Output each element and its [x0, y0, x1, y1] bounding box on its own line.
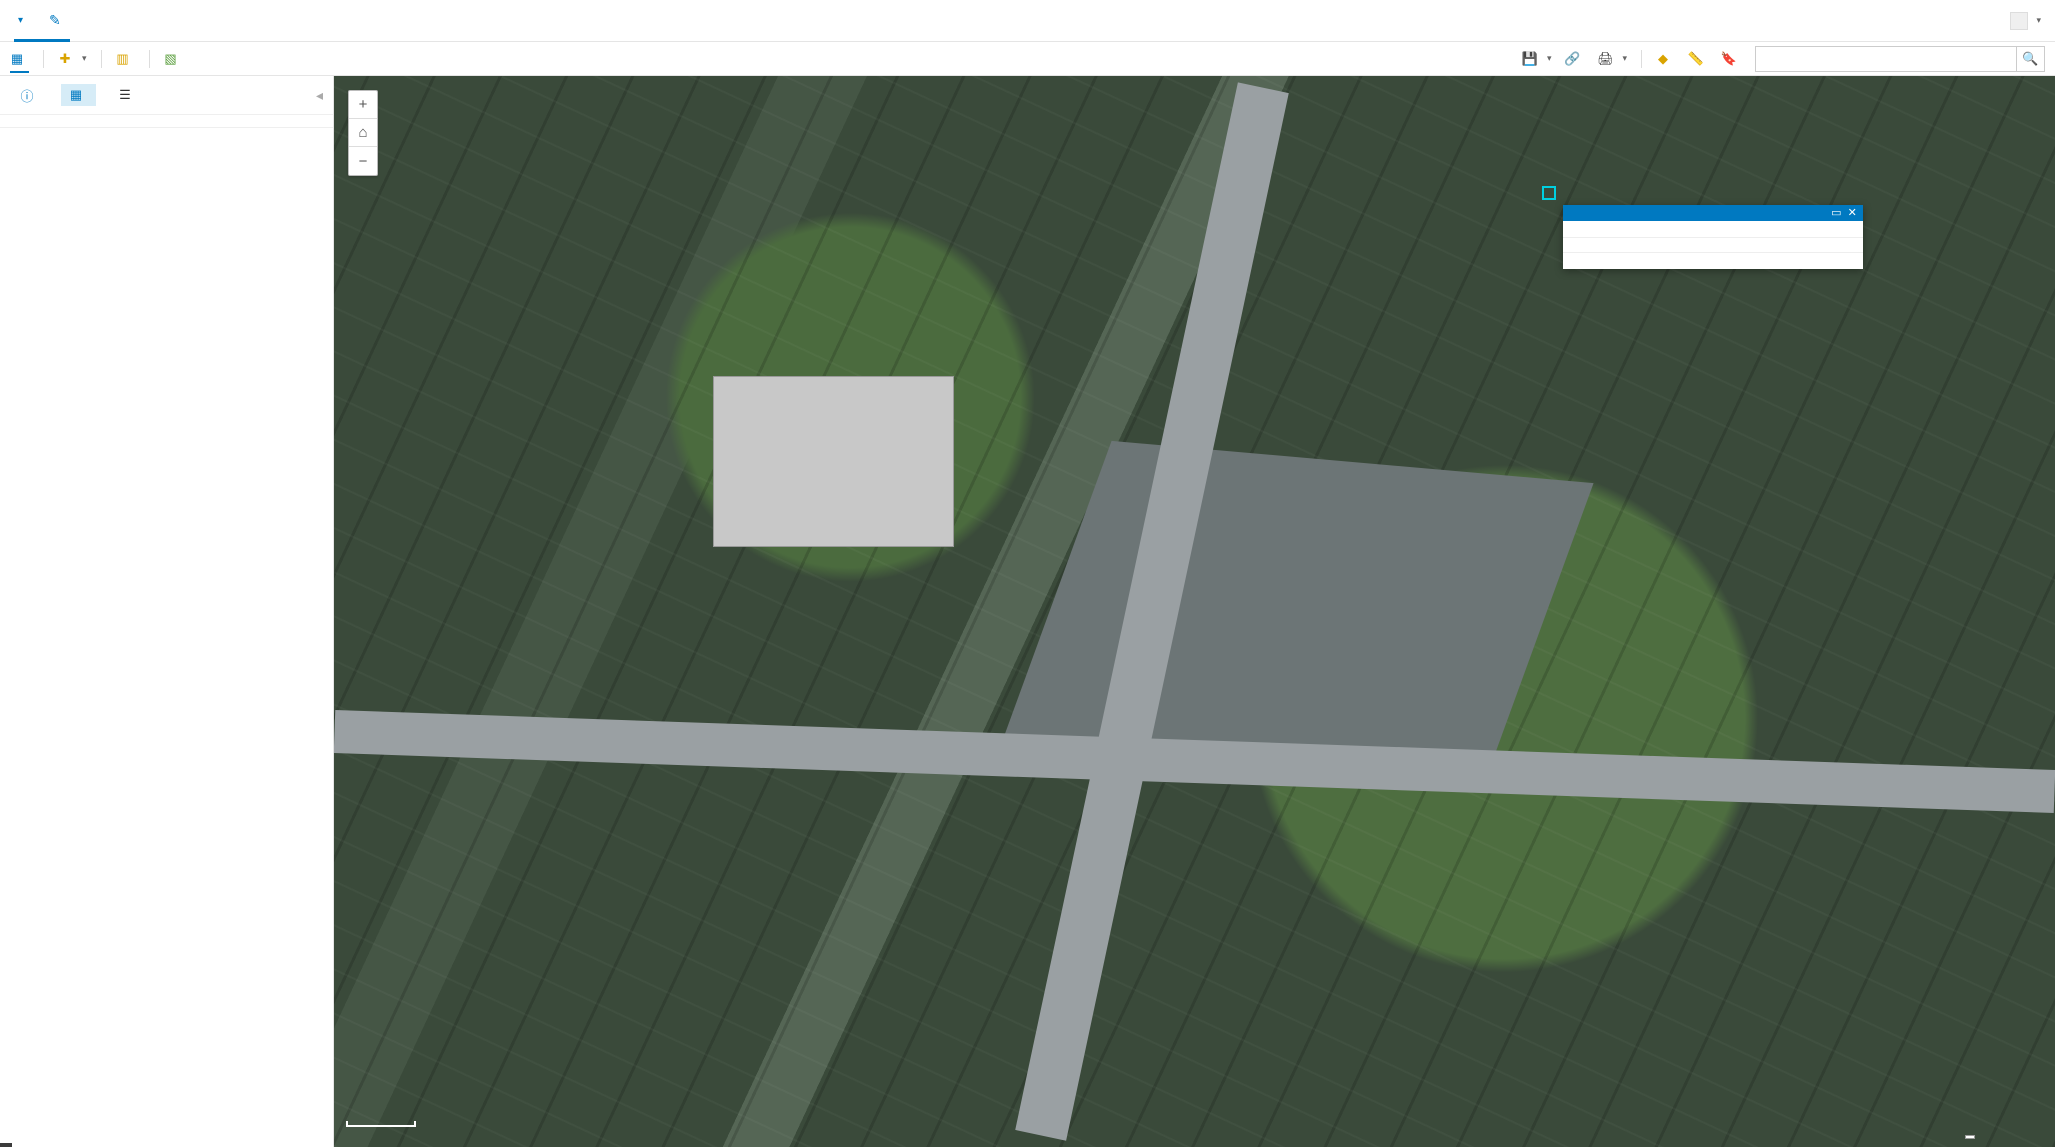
popup-body: [1563, 238, 1863, 252]
measure-icon: 📏: [1689, 52, 1703, 66]
chevron-down-icon: ▾: [2036, 15, 2041, 26]
info-icon: ⓘ: [20, 88, 34, 102]
search-input[interactable]: [1756, 51, 2016, 66]
measure-button[interactable]: 📏: [1689, 52, 1708, 66]
home-button[interactable]: ▾: [14, 15, 23, 26]
popup-close-icon[interactable]: ✕: [1848, 206, 1857, 219]
details-button[interactable]: ▦: [10, 52, 29, 73]
print-icon: 🖨: [1598, 52, 1612, 66]
app-header: ▾ ✎ ▾: [0, 0, 2055, 42]
separator: [101, 50, 102, 68]
feature-popup: ▭ ✕: [1563, 205, 1863, 269]
chevron-down-icon: ▾: [82, 53, 87, 64]
popup-title: [1563, 221, 1863, 238]
default-extent-button[interactable]: ⌂: [349, 119, 377, 147]
bookmarks-button[interactable]: 🔖: [1722, 52, 1741, 66]
details-icon: ▦: [10, 52, 24, 66]
chevron-down-icon: ▾: [1622, 53, 1627, 64]
tab-about[interactable]: ⓘ: [12, 84, 47, 106]
add-icon: ✚: [58, 52, 72, 66]
analysis-button[interactable]: ▧: [164, 52, 183, 66]
microsoft-attribution: [1965, 1135, 1975, 1139]
zoom-out-button[interactable]: −: [349, 147, 377, 175]
save-icon: 💾: [1523, 52, 1537, 66]
chevron-down-icon: ▾: [1547, 53, 1552, 64]
selected-feature-marker: [1544, 188, 1554, 198]
basemap-icon: ▥: [116, 52, 130, 66]
collapse-panel-icon[interactable]: ◂: [316, 87, 323, 104]
contents-heading: [0, 115, 333, 128]
popup-footer: [1563, 252, 1863, 269]
avatar-icon: [2010, 12, 2028, 30]
popup-header: ▭ ✕: [1563, 205, 1863, 221]
analysis-icon: ▧: [164, 52, 178, 66]
map-canvas[interactable]: + ⌂ − ▭ ✕: [334, 76, 2055, 1147]
separator: [43, 50, 44, 68]
scale-bar: [346, 1121, 416, 1127]
basemap-button[interactable]: ▥: [116, 52, 135, 66]
share-button[interactable]: 🔗: [1565, 52, 1584, 66]
user-menu[interactable]: ▾: [2010, 12, 2041, 30]
zoom-controls: + ⌂ −: [348, 90, 378, 176]
separator: [149, 50, 150, 68]
edit-title-icon[interactable]: ✎: [49, 12, 61, 29]
search-icon[interactable]: 🔍: [2016, 47, 2044, 71]
directions-button[interactable]: ◆: [1656, 52, 1675, 66]
content-icon: ▦: [69, 88, 83, 102]
tab-content[interactable]: ▦: [61, 84, 96, 106]
chevron-down-icon: ▾: [18, 15, 23, 26]
tab-legend[interactable]: ☰: [110, 84, 145, 106]
side-panel: ⓘ ▦ ☰ ◂: [0, 76, 334, 1147]
layer-list: [0, 128, 333, 1147]
add-button[interactable]: ✚ ▾: [58, 52, 87, 66]
share-icon: 🔗: [1565, 52, 1579, 66]
directions-icon: ◆: [1656, 52, 1670, 66]
map-toolbar: ▦ ✚ ▾ ▥ ▧ 💾 ▾ 🔗 🖨: [0, 42, 2055, 76]
main-area: ⓘ ▦ ☰ ◂ + ⌂ −: [0, 76, 2055, 1147]
status-bar-url: [0, 1143, 12, 1147]
legend-icon: ☰: [118, 88, 132, 102]
building-roof: [713, 376, 954, 547]
search-box: 🔍: [1755, 46, 2045, 72]
selection-box-icon: [1542, 186, 1556, 200]
bookmarks-icon: 🔖: [1722, 52, 1736, 66]
zoom-in-button[interactable]: +: [349, 91, 377, 119]
save-button[interactable]: 💾 ▾: [1523, 52, 1552, 66]
print-button[interactable]: 🖨 ▾: [1598, 52, 1627, 66]
parking-lot: [1002, 440, 1593, 782]
separator: [1641, 50, 1642, 68]
side-tabs: ⓘ ▦ ☰ ◂: [0, 76, 333, 115]
home-underline: [14, 39, 70, 42]
popup-maximize-icon[interactable]: ▭: [1831, 206, 1841, 219]
